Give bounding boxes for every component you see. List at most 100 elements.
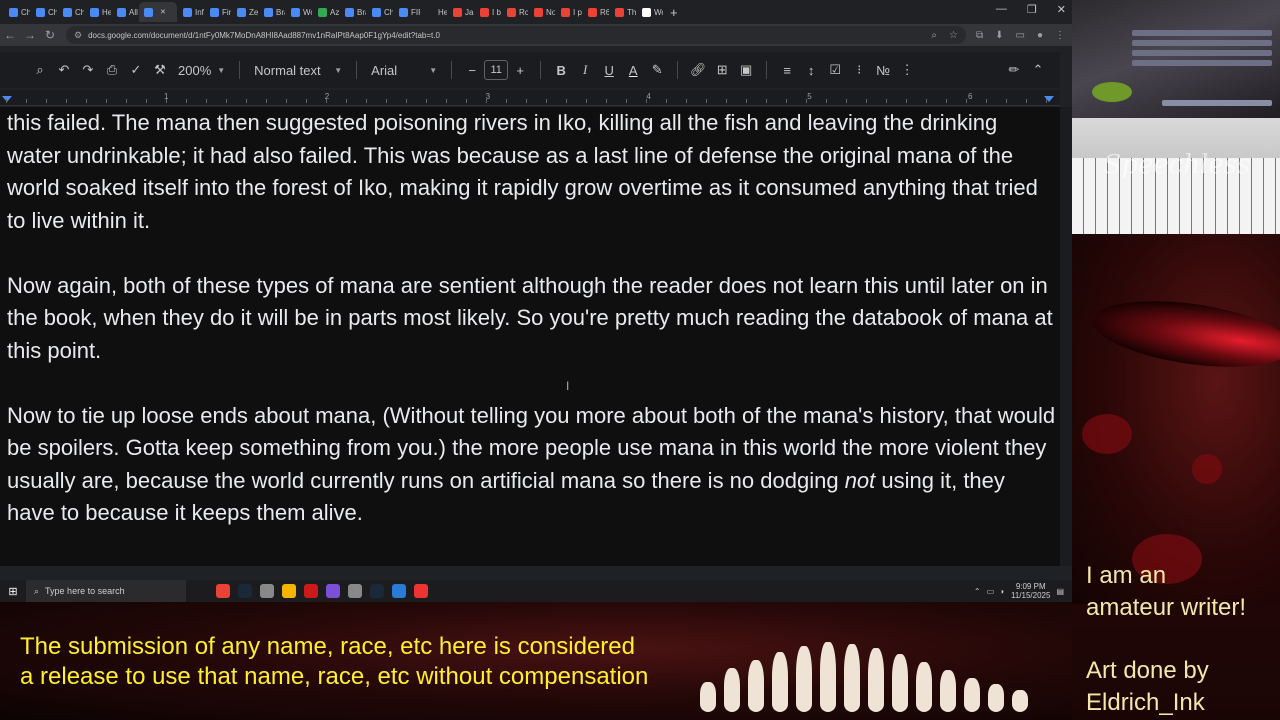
browser-tab[interactable]: Brai [340,2,366,22]
browser-tab[interactable]: Brai [259,2,285,22]
scrollbar[interactable] [1060,107,1072,566]
site-info-icon[interactable]: ⚙ [74,30,82,41]
notification-icon[interactable]: ▤ [1056,587,1064,596]
decrease-font-size-button[interactable]: − [460,63,484,78]
undo-icon[interactable]: ↶ [52,62,76,78]
comment-icon[interactable]: ⊞ [710,62,734,78]
browser-tab[interactable]: Jam [448,2,474,22]
browser-tab[interactable]: Nor [529,2,555,22]
numbered-list-icon[interactable]: № [871,63,895,78]
bold-button[interactable]: B [549,63,573,78]
browser-tab[interactable]: Cha [58,2,84,22]
more-options-icon[interactable]: ⋮ [895,62,919,78]
taskbar-search-box[interactable]: ⌕ Type here to search [26,580,186,602]
profile-icon[interactable]: ● [1037,30,1043,41]
bookmark-star-icon[interactable]: ☆ [949,30,958,41]
tray-overflow-icon[interactable]: ⌃ [974,587,981,596]
ruler-tick [806,99,807,103]
paragraph[interactable]: this failed. The mana then suggested poi… [7,107,1057,237]
extensions-icon[interactable]: ⧉ [976,30,983,41]
ruler-tick [366,99,367,103]
browser-tab[interactable]: Cha [367,2,393,22]
browser-tab[interactable]: Wor [286,2,312,22]
sidebar-icon[interactable]: ▭ [1016,30,1025,41]
align-icon[interactable]: ≡ [775,63,799,78]
taskbar-app-icon[interactable] [282,584,296,598]
browser-tab[interactable]: The [610,2,636,22]
browser-tab[interactable]: First [205,2,231,22]
paragraph[interactable]: Now to tie up loose ends about mana, (Wi… [7,400,1057,530]
redo-icon[interactable]: ↷ [76,62,100,78]
highlight-icon[interactable]: ✎ [645,62,669,78]
tab-favicon-icon [117,7,126,17]
minimize-button[interactable]: — [996,3,1007,16]
spellcheck-icon[interactable]: ✓ [124,62,148,78]
network-icon[interactable]: ▭ [987,587,995,596]
taskbar-app-icon[interactable] [304,584,318,598]
collapse-toolbar-icon[interactable]: ⌃ [1026,62,1050,78]
line-spacing-icon[interactable]: ↕ [799,63,823,78]
taskbar-app-icon[interactable] [348,584,362,598]
forward-icon[interactable]: → [20,28,40,42]
navigation-bar: ← → ↻ ⚙ docs.google.com/document/d/1ntFy… [0,24,1072,46]
paragraph[interactable]: Now again, both of these types of mana a… [7,270,1057,368]
close-tab-icon[interactable]: ✕ [160,8,166,16]
clock[interactable]: 9:09 PM 11/15/2025 [1011,582,1050,600]
ruler-tick [746,99,747,103]
address-bar[interactable]: ⚙ docs.google.com/document/d/1ntFy0Mk7Mo… [66,26,966,44]
menu-icon[interactable]: ⋮ [1055,30,1065,41]
taskbar-app-icon[interactable] [414,584,428,598]
browser-tab[interactable]: I pl [556,2,582,22]
italic-button[interactable]: I [573,62,597,78]
volume-icon[interactable]: ◗ [1000,587,1005,596]
browser-tab[interactable]: All c [112,2,138,22]
windows-start-icon[interactable]: ⊞ [0,585,26,598]
browser-tab[interactable]: Rob [502,2,528,22]
browser-tab[interactable]: Hell [85,2,111,22]
editing-mode-icon[interactable]: ✏ [1002,62,1026,78]
left-indent-marker[interactable] [2,96,12,102]
browser-tab[interactable]: R6 ( [583,2,609,22]
zoom-icon[interactable]: ⌕ [931,30,937,41]
text-color-button[interactable]: A [621,63,645,78]
reload-icon[interactable]: ↻ [40,28,60,42]
browser-tab[interactable]: Zen [232,2,258,22]
link-icon[interactable]: 🔗︎ [686,62,710,78]
image-icon[interactable]: ▣ [734,62,758,78]
taskbar-app-icon[interactable] [370,584,384,598]
browser-tab[interactable]: Wor [637,2,663,22]
browser-tab[interactable]: ✕ [139,2,177,22]
downloads-icon[interactable]: ⬇ [995,30,1003,41]
style-dropdown[interactable]: Normal text ▼ [248,63,348,78]
increase-font-size-button[interactable]: + [508,63,532,78]
browser-tab[interactable]: Cha [31,2,57,22]
bullet-list-icon[interactable]: ⁝ [847,62,871,78]
print-icon[interactable]: ⎙ [100,62,124,78]
taskbar-app-icon[interactable] [260,584,274,598]
blood-splat [1192,454,1222,484]
underline-button[interactable]: U [597,63,621,78]
taskbar-app-icon[interactable] [326,584,340,598]
paint-format-icon[interactable]: ⚒ [148,62,172,78]
browser-tab[interactable]: Info [178,2,204,22]
browser-tab[interactable]: Hen [421,2,447,22]
browser-tab[interactable]: FIRS [394,2,420,22]
new-tab-button[interactable]: + [670,5,678,20]
taskbar-app-icon[interactable] [392,584,406,598]
zoom-dropdown[interactable]: 200% ▼ [172,63,231,78]
browser-tab[interactable]: Azg [313,2,339,22]
back-icon[interactable]: ← [0,28,20,42]
browser-tab[interactable]: Cha [4,2,30,22]
taskbar-app-icon[interactable] [238,584,252,598]
tooth [988,684,1004,712]
font-size-input[interactable]: 11 [484,60,509,80]
taskbar-app-icon[interactable] [216,584,230,598]
restore-button[interactable]: ❐ [1027,3,1037,16]
document-body[interactable]: this failed. The mana then suggested poi… [7,107,1057,562]
font-dropdown[interactable]: Arial ▼ [365,63,443,78]
search-menus-icon[interactable]: ⌕ [28,62,52,78]
document-page[interactable]: this failed. The mana then suggested poi… [0,107,1060,566]
close-window-button[interactable]: ✕ [1057,3,1066,16]
browser-tab[interactable]: I bo [475,2,501,22]
checklist-icon[interactable]: ☑ [823,62,847,78]
